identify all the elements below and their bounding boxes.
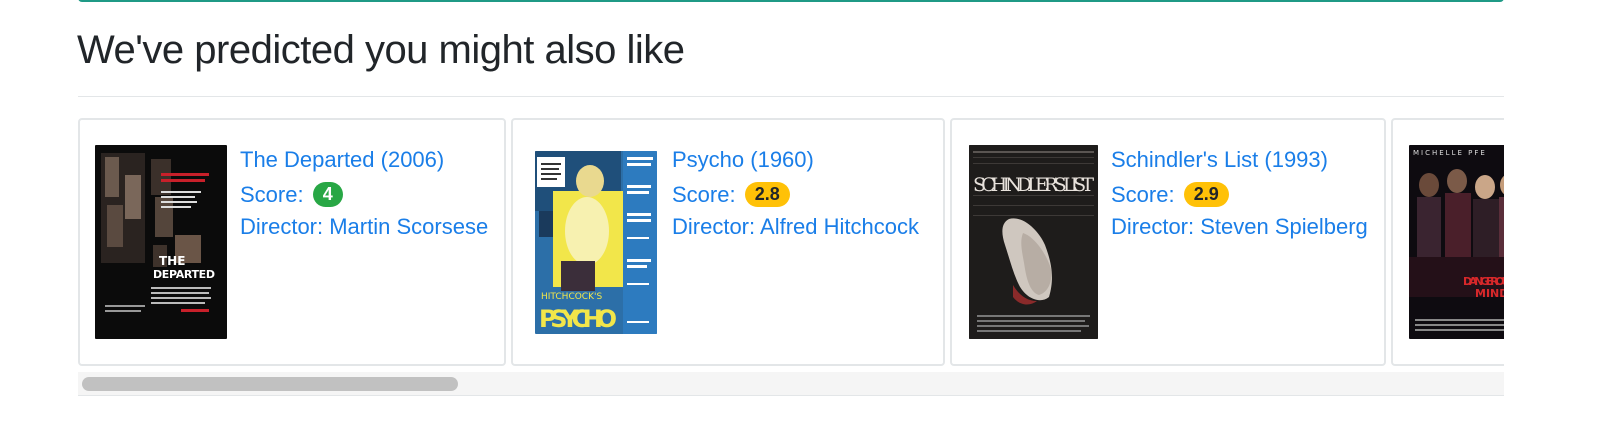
movie-info: Psycho (1960) Score: 2.8 Director: Alfre… bbox=[672, 144, 919, 243]
svg-text:HITCHCOCK'S: HITCHCOCK'S bbox=[541, 292, 602, 302]
section-title: We've predicted you might also like bbox=[77, 28, 685, 72]
movie-poster[interactable]: HITCHCOCK'S PSYCHO bbox=[535, 151, 657, 334]
movie-title-link[interactable]: Psycho (1960) bbox=[672, 144, 919, 176]
horizontal-scrollbar[interactable] bbox=[78, 372, 1504, 396]
movie-card[interactable]: HITCHCOCK'S PSYCHO Psycho (1960) Score: … bbox=[511, 118, 945, 366]
movie-score: Score: 2.8 bbox=[672, 179, 919, 211]
movie-poster[interactable]: MICHELLE PFE DANGEROUS MINDS bbox=[1409, 145, 1504, 339]
score-badge: 2.9 bbox=[1183, 182, 1229, 207]
movie-info: Schindler's List (1993) Score: 2.9 Direc… bbox=[1111, 144, 1368, 243]
movie-director[interactable]: Director: Martin Scorsese bbox=[240, 211, 488, 243]
movie-score: Score: 4 bbox=[240, 179, 488, 211]
movie-title-link[interactable]: Schindler's List (1993) bbox=[1111, 144, 1368, 176]
score-label: Score: bbox=[1111, 182, 1175, 207]
movie-card[interactable]: SCHINDLER'S LIST Schindler's List (1993)… bbox=[950, 118, 1386, 366]
top-accent-bar bbox=[78, 0, 1504, 2]
svg-text:PSYCHO: PSYCHO bbox=[539, 305, 617, 333]
movie-card[interactable]: MICHELLE PFE DANGEROUS MINDS bbox=[1391, 118, 1504, 366]
score-badge: 4 bbox=[312, 182, 343, 207]
svg-text:MINDS: MINDS bbox=[1475, 287, 1504, 300]
movie-director[interactable]: Director: Steven Spielberg bbox=[1111, 211, 1368, 243]
svg-text:SCHINDLER'S LIST: SCHINDLER'S LIST bbox=[973, 174, 1094, 196]
recommendations-carousel: THE DEPARTED The Departed (2006) Score: … bbox=[78, 118, 1504, 371]
movie-poster[interactable]: SCHINDLER'S LIST bbox=[969, 145, 1098, 339]
score-label: Score: bbox=[240, 182, 304, 207]
svg-text:DEPARTED: DEPARTED bbox=[153, 268, 215, 281]
score-badge: 2.8 bbox=[744, 182, 790, 207]
movie-score: Score: 2.9 bbox=[1111, 179, 1368, 211]
movie-card[interactable]: THE DEPARTED The Departed (2006) Score: … bbox=[78, 118, 506, 366]
movie-director[interactable]: Director: Alfred Hitchcock bbox=[672, 211, 919, 243]
movie-info: The Departed (2006) Score: 4 Director: M… bbox=[240, 144, 488, 243]
scrollbar-thumb[interactable] bbox=[82, 377, 458, 391]
svg-text:MICHELLE PFE: MICHELLE PFE bbox=[1413, 149, 1487, 157]
movie-title-link[interactable]: The Departed (2006) bbox=[240, 144, 488, 176]
svg-text:THE: THE bbox=[159, 254, 185, 268]
movie-poster[interactable]: THE DEPARTED bbox=[95, 145, 227, 339]
score-label: Score: bbox=[672, 182, 736, 207]
section-divider bbox=[78, 96, 1504, 97]
